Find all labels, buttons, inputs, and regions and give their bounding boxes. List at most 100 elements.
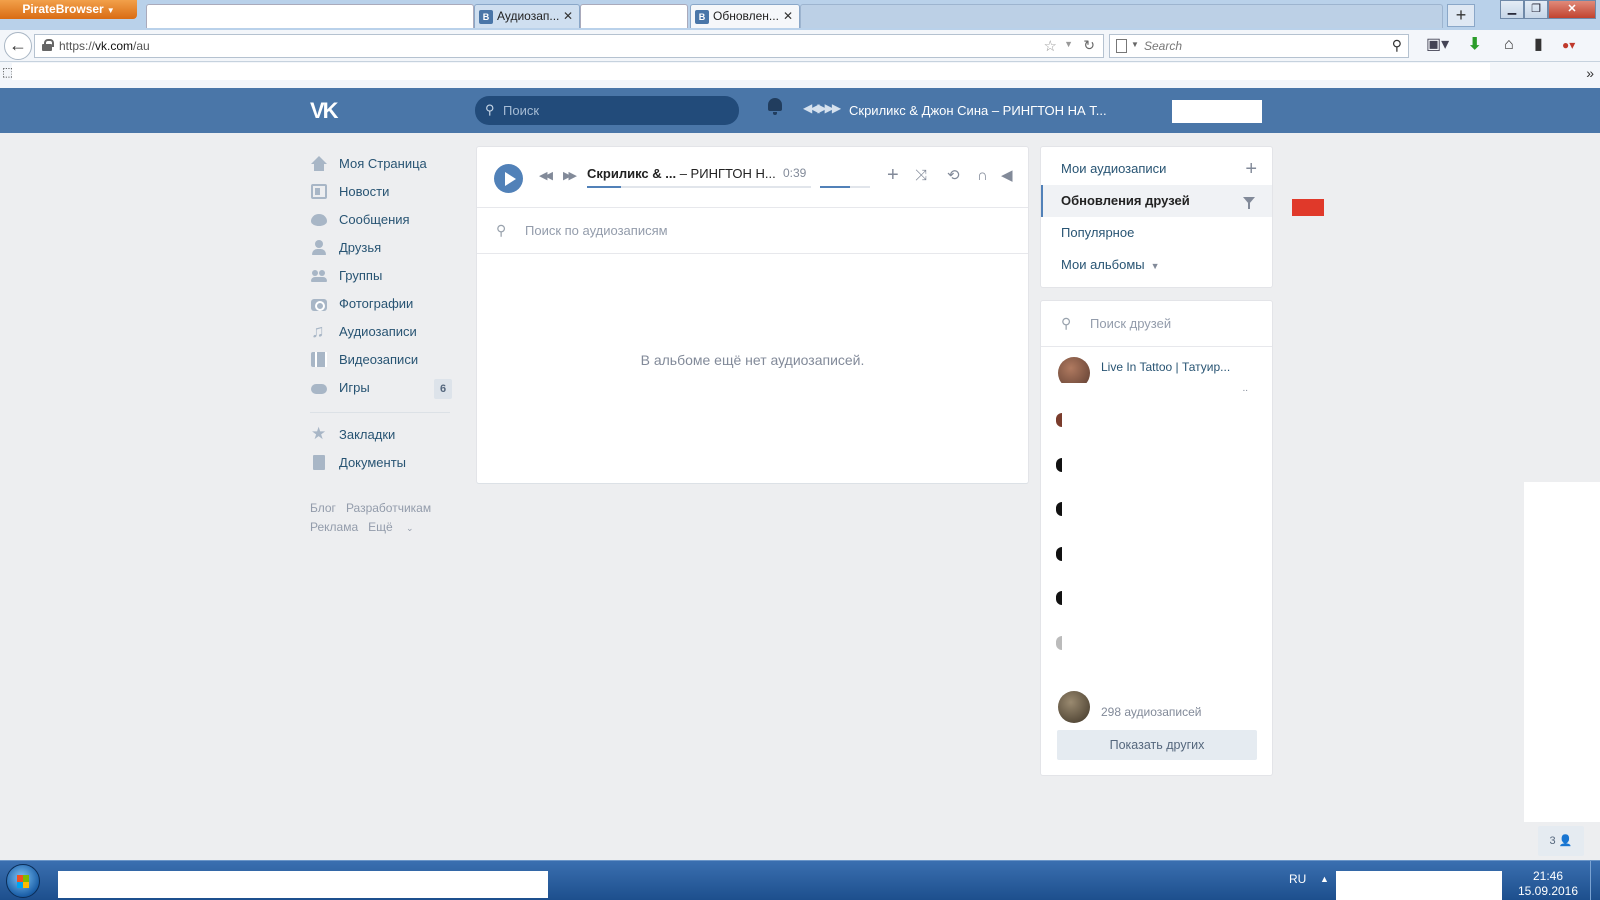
home-button-icon[interactable]: ⌂ (1504, 36, 1514, 54)
tab-close-icon[interactable]: ✕ (563, 5, 573, 28)
start-button[interactable] (6, 864, 40, 898)
sidebar-item-games[interactable]: Игры 6 (310, 374, 460, 402)
sidebar-item-groups[interactable]: Группы (310, 262, 460, 290)
close-window-button[interactable]: ✕ (1548, 0, 1596, 19)
bookmarks-menu-icon[interactable]: ▣▾ (1426, 36, 1449, 54)
show-more-button[interactable]: Показать других (1057, 730, 1257, 760)
url-text: https://vk.com/au (59, 39, 150, 53)
user-icon: 👤 (1558, 835, 1573, 847)
video-icon (311, 352, 327, 367)
sidebar-item-news[interactable]: Новости (310, 178, 460, 206)
vk-logo[interactable]: VK (310, 98, 339, 124)
menu-item-my-audio[interactable]: Мои аудиозаписи + (1041, 153, 1272, 185)
sidebar-item-audio[interactable]: Аудиозаписи (310, 317, 460, 346)
download-icon[interactable]: ⬇ (1468, 36, 1481, 54)
audio-icon (311, 317, 327, 345)
avatar (1056, 458, 1062, 472)
tab-close-icon[interactable]: ✕ (783, 5, 793, 28)
sidebar-item-documents[interactable]: Документы (310, 449, 460, 477)
online-friends-badge[interactable]: 3 👤 (1538, 826, 1584, 856)
friend-name: Live In Tattoo | Татуир... (1101, 360, 1231, 374)
avatar (1056, 413, 1062, 427)
sidebar-footer-links: Блог Разработчикам Реклама Ещё ⌄ (310, 499, 460, 538)
side-panel-redacted (1524, 482, 1600, 822)
repeat-icon[interactable]: ⟲ (947, 167, 960, 185)
filter-icon[interactable] (1243, 197, 1255, 209)
sidebar-item-video[interactable]: Видеозаписи (310, 346, 460, 374)
vk-search-input[interactable]: ⚲ Поиск (475, 96, 739, 125)
browser-navbar: ← https://vk.com/au ☆ ▼ ↻ ▼ Search ⚲ ▣▾ … (0, 30, 1600, 62)
footer-link-more[interactable]: Ещё ⌄ (368, 520, 423, 534)
tab-audio[interactable]: B Аудиозап... ✕ (474, 4, 580, 28)
avatar (1056, 591, 1062, 605)
new-tab-button[interactable]: + (1447, 4, 1475, 27)
player-time: 0:39 (783, 166, 807, 180)
shuffle-icon[interactable]: ⤨ (915, 167, 927, 185)
player-progress-bar[interactable] (587, 186, 811, 188)
play-button[interactable] (494, 164, 523, 193)
groups-icon (311, 268, 327, 283)
header-player-controls-icon[interactable]: ◀◀▶▶▶ (803, 101, 841, 115)
taskbar-apps-redacted (58, 871, 548, 898)
sidebar-item-my-page[interactable]: Моя Страница (310, 150, 460, 178)
tab-updates[interactable]: B Обновлен... ✕ (690, 4, 800, 28)
footer-link-blog[interactable]: Блог (310, 501, 336, 515)
tab-blank-2[interactable] (580, 4, 688, 28)
search-bar[interactable]: ▼ Search ⚲ (1109, 34, 1409, 58)
taskbar-clock[interactable]: 21:46 15.09.2016 (1508, 869, 1588, 899)
sidebar-item-messages[interactable]: Сообщения (310, 206, 460, 234)
bookmarks-bar: ⬚ » (0, 62, 1600, 88)
tab-blank-1[interactable] (146, 4, 474, 28)
player-volume-bar[interactable] (820, 186, 870, 188)
bookmark-star-icon[interactable]: ☆ (1044, 37, 1057, 55)
audio-search-placeholder: Поиск по аудиозаписям (525, 223, 668, 238)
reader-icon[interactable]: ▮ (1534, 36, 1543, 54)
reload-icon[interactable]: ↻ (1083, 37, 1095, 54)
volume-fill (820, 186, 850, 188)
language-indicator[interactable]: RU (1289, 872, 1306, 886)
adblock-icon[interactable]: ●▾ (1562, 36, 1575, 54)
add-track-icon[interactable]: + (887, 165, 899, 185)
search-engine-icon[interactable] (1116, 39, 1127, 53)
broadcast-icon[interactable]: ◀ (1001, 167, 1013, 185)
app-menu-button[interactable]: PirateBrowser ▼ (0, 0, 137, 19)
friends-search-input[interactable]: ⚲ Поиск друзей (1041, 301, 1272, 347)
footer-link-ads[interactable]: Реклама (310, 520, 358, 534)
search-icon: ⚲ (1061, 315, 1072, 331)
news-icon (311, 184, 327, 199)
footer-link-developers[interactable]: Разработчикам (346, 501, 431, 515)
history-dropdown-icon[interactable]: ▼ (1064, 39, 1073, 49)
bookmarks-icon (311, 420, 327, 448)
header-now-playing[interactable]: Скриликс & Джон Сина – РИНГТОН НА Т... (849, 88, 1107, 133)
previous-track-icon[interactable]: ◀◀ (539, 169, 553, 182)
menu-item-friends-updates[interactable]: Обновления друзей (1041, 185, 1272, 217)
chevron-down-icon: ▼ (1131, 40, 1139, 49)
menu-item-my-albums[interactable]: Мои альбомы ▼ (1041, 249, 1272, 281)
back-button[interactable]: ← (4, 32, 32, 60)
headphones-icon[interactable]: ∩ (977, 167, 988, 185)
next-track-icon[interactable]: ▶▶ (563, 169, 577, 182)
maximize-button[interactable]: ❐ (1524, 0, 1548, 19)
profile-menu-redacted[interactable] (1172, 100, 1262, 123)
add-audio-icon[interactable]: + (1245, 153, 1257, 185)
minimize-button[interactable]: ▁ (1500, 0, 1524, 19)
sidebar-item-photos[interactable]: Фотографии (310, 290, 460, 318)
sidebar-item-friends[interactable]: Друзья (310, 234, 460, 262)
more-bookmarks-icon[interactable]: » (1586, 65, 1594, 81)
sidebar-item-label: Сообщения (339, 212, 410, 227)
tray-expand-icon[interactable]: ▲ (1320, 874, 1329, 884)
vk-header: VK ⚲ Поиск ◀◀▶▶▶ Скриликс & Джон Сина – … (0, 88, 1600, 133)
search-placeholder: Search (1144, 39, 1183, 53)
documents-icon (313, 455, 325, 470)
audio-search-input[interactable]: ⚲ Поиск по аудиозаписям (477, 208, 1028, 254)
sidebar-item-label: Документы (339, 455, 407, 470)
show-desktop-button[interactable] (1590, 861, 1600, 900)
vk-search-placeholder: Поиск (503, 103, 540, 118)
friends-list-redacted: .. (1056, 383, 1272, 710)
search-icon[interactable]: ⚲ (1392, 37, 1402, 54)
sidebar-item-bookmarks[interactable]: Закладки (310, 420, 460, 449)
address-bar[interactable]: https://vk.com/au ☆ ▼ ↻ (34, 34, 1104, 58)
windows-taskbar: RU ▲ 21:46 15.09.2016 (0, 860, 1600, 900)
menu-item-popular[interactable]: Популярное (1041, 217, 1272, 249)
avatar (1056, 636, 1062, 650)
